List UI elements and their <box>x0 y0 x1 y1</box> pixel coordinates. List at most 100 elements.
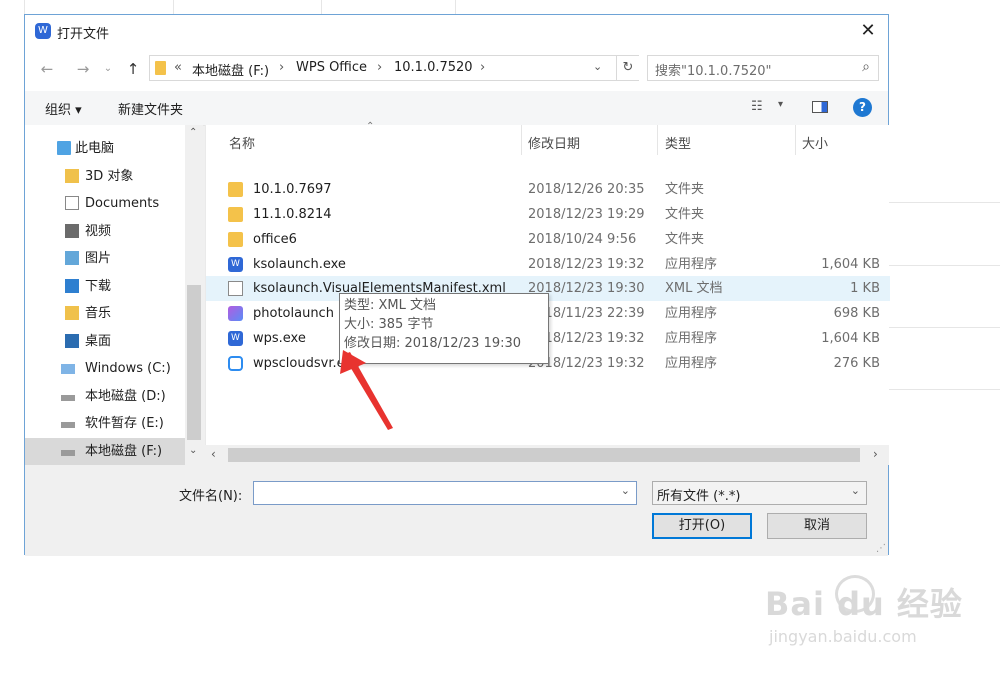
help-icon[interactable]: ? <box>853 98 872 117</box>
filename-label: 文件名(N): <box>179 489 243 504</box>
filetype-value: 所有文件 (*.*) <box>657 489 741 504</box>
forward-button[interactable]: → <box>73 59 93 79</box>
sidebar-item-documents[interactable]: Documents <box>25 190 185 217</box>
recent-locations-button[interactable]: ⌄ <box>98 59 118 79</box>
organize-menu[interactable]: 组织 ▾ <box>45 99 82 118</box>
dialog-title: 打开文件 <box>57 27 110 42</box>
baidu-watermark: Bai du 经验 jingyan.baidu.com <box>765 575 963 646</box>
file-type: XML 文档 <box>665 281 723 296</box>
refresh-button[interactable]: ↻ <box>616 56 639 80</box>
chevron-down-icon[interactable]: ⌄ <box>593 60 602 73</box>
up-button[interactable]: ↑ <box>123 59 143 79</box>
cancel-button[interactable]: 取消 <box>767 513 867 539</box>
breadcrumb-separator[interactable]: › <box>480 60 485 75</box>
filename-input[interactable]: ⌄ <box>253 481 637 505</box>
file-size: 276 KB <box>833 356 880 371</box>
sidebar-item-music[interactable]: 音乐 <box>25 300 185 327</box>
folder-icon <box>228 232 243 247</box>
breadcrumb-item[interactable]: 本地磁盘 (F:) <box>192 60 269 79</box>
column-divider[interactable] <box>795 125 796 155</box>
file-row[interactable]: office6 2018/10/24 9:56 文件夹 <box>206 227 890 252</box>
column-divider[interactable] <box>657 125 658 155</box>
scroll-up-arrow-icon[interactable]: ⌃ <box>189 127 197 138</box>
file-row[interactable]: 11.1.0.8214 2018/12/23 19:29 文件夹 <box>206 202 890 227</box>
search-icon[interactable]: ⌕ <box>862 59 870 75</box>
view-dropdown-icon[interactable]: ▾ <box>778 99 783 110</box>
filetype-select[interactable]: 所有文件 (*.*) ⌄ <box>652 481 867 505</box>
breadcrumb-separator[interactable]: › <box>279 60 284 75</box>
sidebar-item-videos[interactable]: 视频 <box>25 218 185 245</box>
sidebar-item-drive-d[interactable]: 本地磁盘 (D:) <box>25 383 185 410</box>
horizontal-scrollbar[interactable]: ‹ › <box>205 445 889 465</box>
background-divider <box>889 265 1000 266</box>
column-header-name[interactable]: 名称 <box>229 133 255 152</box>
column-header-type[interactable]: 类型 <box>665 133 691 152</box>
sidebar-item-pictures[interactable]: 图片 <box>25 245 185 272</box>
sidebar-scrollbar[interactable]: ⌃ ⌄ <box>185 125 203 465</box>
sidebar-item-label: Documents <box>85 196 160 211</box>
file-date: 2018/12/23 19:32 <box>528 257 645 272</box>
file-date: 2018/12/26 20:35 <box>528 182 645 197</box>
file-size: 1,604 KB <box>821 331 880 346</box>
file-name: 10.1.0.7697 <box>253 182 332 197</box>
folder-icon <box>228 182 243 197</box>
chevron-down-icon[interactable]: ⌄ <box>851 484 860 497</box>
watermark-brand: Bai du 经验 <box>765 585 963 623</box>
search-input[interactable]: 搜索"10.1.0.7520" ⌕ <box>647 55 879 81</box>
sort-ascending-icon: ⌃ <box>366 121 375 132</box>
column-header-size[interactable]: 大小 <box>802 133 828 152</box>
scrollbar-thumb[interactable] <box>187 285 201 440</box>
preview-pane-icon[interactable] <box>812 101 828 113</box>
sidebar-item-label: 3D 对象 <box>85 169 134 184</box>
sidebar-item-label: 图片 <box>85 251 112 266</box>
chevron-down-icon[interactable]: ⌄ <box>621 484 630 497</box>
sidebar-item-drive-f[interactable]: 本地磁盘 (F:) <box>25 438 185 465</box>
column-divider[interactable] <box>521 125 522 155</box>
close-button[interactable]: ✕ <box>858 21 878 41</box>
breadcrumb-separator[interactable]: › <box>377 60 382 75</box>
open-button[interactable]: 打开(O) <box>652 513 752 539</box>
file-size: 1,604 KB <box>821 257 880 272</box>
scroll-right-arrow-icon[interactable]: › <box>873 447 878 461</box>
file-row[interactable]: 10.1.0.7697 2018/12/26 20:35 文件夹 <box>206 177 890 202</box>
sidebar-item-label: 音乐 <box>85 306 112 321</box>
new-folder-button[interactable]: 新建文件夹 <box>118 99 183 118</box>
breadcrumb-item[interactable]: WPS Office <box>296 60 367 75</box>
drive-icon <box>61 422 75 428</box>
file-name: wps.exe <box>253 331 306 346</box>
file-type: 文件夹 <box>665 207 705 222</box>
sidebar-item-downloads[interactable]: 下载 <box>25 273 185 300</box>
back-button[interactable]: ← <box>37 59 57 79</box>
sidebar-item-label: 视频 <box>85 224 112 239</box>
sidebar-item-3d-objects[interactable]: 3D 对象 <box>25 163 185 190</box>
breadcrumb-item[interactable]: 10.1.0.7520 <box>394 60 473 75</box>
file-type: 应用程序 <box>665 257 718 272</box>
scrollbar-thumb[interactable] <box>228 448 860 462</box>
drive-icon <box>61 450 75 456</box>
sidebar-item-label: 下载 <box>85 279 112 294</box>
file-row[interactable]: W ksolaunch.exe 2018/12/23 19:32 应用程序 1,… <box>206 252 890 277</box>
file-type: 应用程序 <box>665 306 718 321</box>
sidebar-item-this-pc[interactable]: 此电脑 <box>25 135 185 162</box>
breadcrumb-overflow[interactable]: « <box>174 60 182 75</box>
resize-grip-icon[interactable]: ⋰ <box>876 543 886 554</box>
search-placeholder: 搜索"10.1.0.7520" <box>655 64 772 79</box>
sidebar-item-label: 桌面 <box>85 334 112 349</box>
address-bar[interactable]: « 本地磁盘 (F:) › WPS Office › 10.1.0.7520 ›… <box>149 55 639 81</box>
view-options-icon[interactable]: ☷ <box>751 99 763 114</box>
column-header-date[interactable]: 修改日期 <box>528 133 580 152</box>
file-name: photolaunch <box>253 306 334 321</box>
background-divider <box>321 0 322 14</box>
sidebar-item-drive-e[interactable]: 软件暂存 (E:) <box>25 410 185 437</box>
sidebar-item-label: 软件暂存 (E:) <box>85 416 164 431</box>
scroll-down-arrow-icon[interactable]: ⌄ <box>189 445 197 456</box>
windows-drive-icon <box>61 364 75 374</box>
scroll-left-arrow-icon[interactable]: ‹ <box>211 447 216 461</box>
computer-icon <box>57 141 71 155</box>
sidebar-item-desktop[interactable]: 桌面 <box>25 328 185 355</box>
drive-icon <box>61 395 75 401</box>
red-arrow-annotation <box>340 350 393 430</box>
sidebar-item-drive-c[interactable]: Windows (C:) <box>25 355 185 382</box>
file-size: 698 KB <box>833 306 880 321</box>
file-name: office6 <box>253 232 297 247</box>
